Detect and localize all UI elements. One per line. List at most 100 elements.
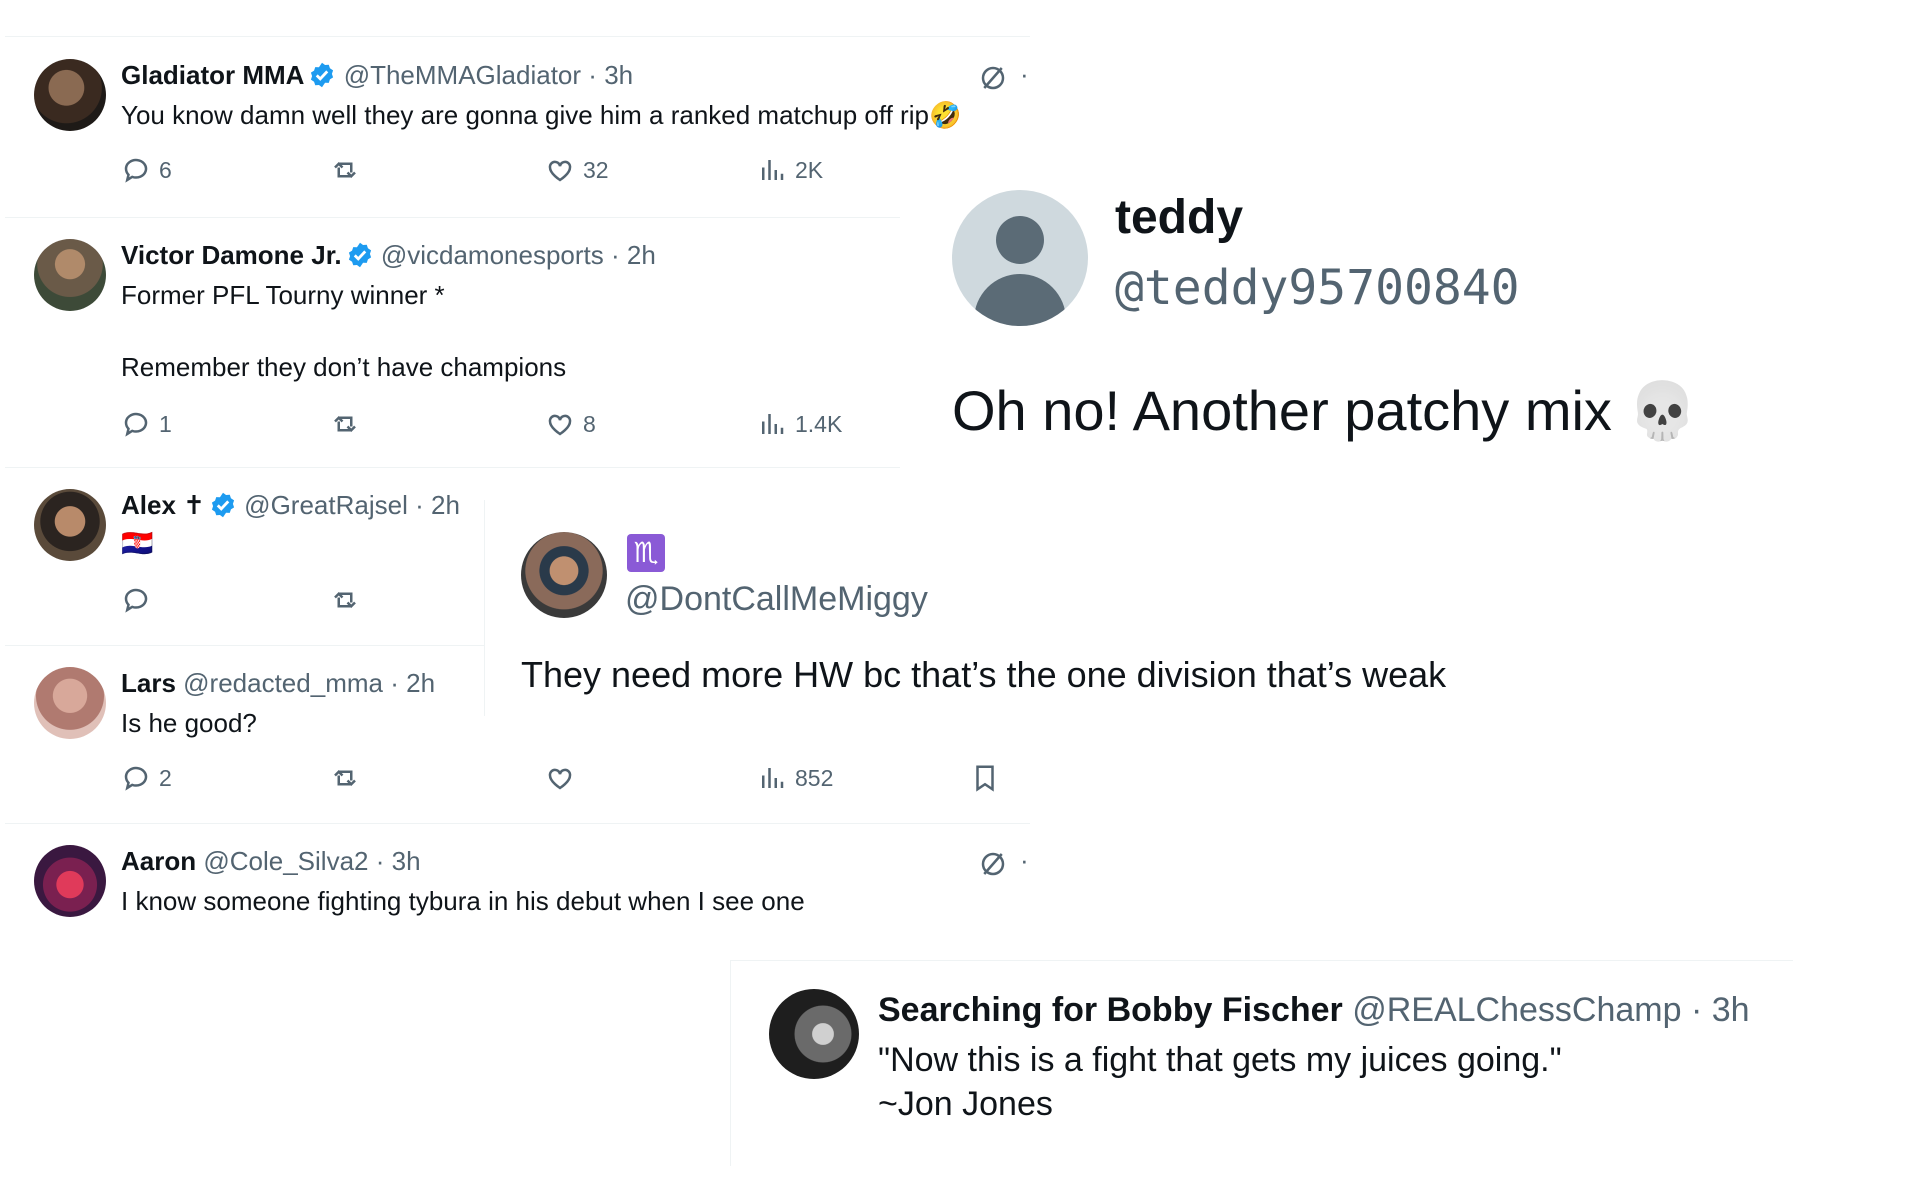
timestamp[interactable]: 2h xyxy=(431,490,460,520)
separator: · xyxy=(375,846,385,876)
repost-button[interactable] xyxy=(330,763,360,793)
handle[interactable]: @REALChessChamp xyxy=(1352,991,1681,1029)
handle[interactable]: @teddy95700840 xyxy=(1115,260,1520,316)
tweet-victor[interactable]: Victor Damone Jr. @vicdamonesports · 2h … xyxy=(5,217,1030,468)
display-name[interactable]: Lars xyxy=(121,668,176,698)
tweet-text: They need more HW bc that’s the one divi… xyxy=(521,654,1447,695)
views-button[interactable]: 1.4K xyxy=(757,409,842,439)
repost-button[interactable] xyxy=(330,585,360,615)
handle[interactable]: @Cole_Silva2 xyxy=(203,846,368,876)
like-button[interactable] xyxy=(545,763,575,793)
handle[interactable]: @vicdamonesports xyxy=(381,240,604,270)
separator: · xyxy=(588,60,597,90)
separator: · xyxy=(390,668,399,698)
views-icon xyxy=(762,160,784,180)
verified-badge-icon xyxy=(348,242,371,268)
tweet-gladiator[interactable]: Gladiator MMA @TheMMAGladiator · 3h · Yo… xyxy=(5,37,1030,218)
reply-icon xyxy=(124,766,148,791)
reply-button[interactable] xyxy=(121,585,151,615)
skull-emoji: 💀 xyxy=(1627,379,1698,442)
view-count: 852 xyxy=(795,764,834,791)
reply-count: 2 xyxy=(159,764,172,791)
view-count: 2K xyxy=(795,156,824,183)
timestamp[interactable]: 2h xyxy=(406,668,435,698)
reply-button[interactable]: 6 xyxy=(121,155,172,185)
more-options-icon[interactable]: · xyxy=(1020,845,1029,876)
bobby-fischer-panel: Searching for Bobby Fischer @REALChessCh… xyxy=(730,960,1793,1166)
display-name[interactable]: teddy xyxy=(1115,190,1243,245)
tweet-text-line2: ~Jon Jones xyxy=(878,1085,1053,1123)
avatar[interactable] xyxy=(34,845,106,917)
timestamp[interactable]: 3h xyxy=(392,846,421,876)
reply-thread-panel: Gladiator MMA @TheMMAGladiator · 3h · Yo… xyxy=(5,36,1030,942)
separator: · xyxy=(415,490,424,520)
avatar[interactable] xyxy=(34,239,106,311)
heart-icon xyxy=(548,414,572,436)
verified-badge-icon xyxy=(211,492,235,518)
grok-icon[interactable] xyxy=(978,849,1008,879)
verified-badge-icon xyxy=(311,62,334,88)
timestamp[interactable]: 3h xyxy=(604,60,633,90)
emoji: 🤣 xyxy=(928,100,962,130)
avatar[interactable] xyxy=(521,532,607,618)
avatar[interactable] xyxy=(34,489,106,561)
handle[interactable]: @DontCallMeMiggy xyxy=(625,580,928,619)
heart-icon xyxy=(548,160,572,182)
like-count: 8 xyxy=(583,410,596,437)
repost-icon xyxy=(334,769,356,787)
repost-icon xyxy=(334,415,356,433)
zodiac-badge: ♏ xyxy=(627,534,665,572)
reply-icon xyxy=(124,588,148,613)
separator: · xyxy=(611,240,620,270)
display-name[interactable]: Victor Damone Jr. xyxy=(121,240,342,270)
timestamp[interactable]: 3h xyxy=(1712,991,1750,1029)
views-button[interactable]: 2K xyxy=(757,155,823,185)
separator: · xyxy=(1690,991,1703,1029)
flag-emoji: 🇭🇷 xyxy=(121,528,154,558)
like-button[interactable]: 32 xyxy=(545,155,609,185)
display-name[interactable]: Gladiator MMA xyxy=(121,60,304,90)
handle[interactable]: @TheMMAGladiator xyxy=(344,60,581,90)
handle[interactable]: @GreatRajsel xyxy=(244,490,408,520)
repost-icon xyxy=(334,591,356,609)
display-name[interactable]: Aaron xyxy=(121,846,196,876)
tweet-text: "Now this is a fight that gets my juices… xyxy=(878,1041,1562,1079)
display-name[interactable]: Alex ✝ xyxy=(121,490,205,520)
like-count: 32 xyxy=(583,156,609,183)
tweet-aaron[interactable]: Aaron @Cole_Silva2 · 3h · I know someone… xyxy=(5,823,1030,942)
view-count: 1.4K xyxy=(795,410,843,437)
reply-button[interactable]: 1 xyxy=(121,409,172,439)
repost-icon xyxy=(334,161,356,179)
grok-icon[interactable] xyxy=(978,63,1008,93)
bookmark-button[interactable] xyxy=(970,763,1000,793)
miggy-quote-panel: ♏ @DontCallMeMiggy They need more HW bc … xyxy=(484,500,1545,716)
views-button[interactable]: 852 xyxy=(757,763,833,793)
like-button[interactable]: 8 xyxy=(545,409,596,439)
views-icon xyxy=(762,768,784,788)
repost-button[interactable] xyxy=(330,409,360,439)
avatar[interactable] xyxy=(769,989,859,1079)
reply-count: 1 xyxy=(159,410,172,437)
bookmark-icon xyxy=(976,765,994,792)
reply-icon xyxy=(124,412,148,437)
more-options-icon[interactable]: · xyxy=(1020,59,1029,90)
handle[interactable]: @redacted_mma xyxy=(183,668,383,698)
tweet-text: Is he good? xyxy=(121,708,257,738)
avatar[interactable] xyxy=(34,59,106,131)
teddy-quote-panel: teddy @teddy95700840 Oh no! Another patc… xyxy=(900,160,1920,470)
tweet-text: I know someone fighting tybura in his de… xyxy=(121,886,805,916)
default-avatar-icon[interactable] xyxy=(952,190,1088,326)
reply-count: 6 xyxy=(159,156,172,183)
tweet-text: Oh no! Another patchy mix xyxy=(952,379,1612,442)
reply-button[interactable]: 2 xyxy=(121,763,172,793)
tweet-text: Former PFL Tourny winner * xyxy=(121,280,445,310)
avatar[interactable] xyxy=(34,667,106,739)
tweet-text: You know damn well they are gonna give h… xyxy=(121,100,929,130)
tweet-text-line2: Remember they don’t have champions xyxy=(121,352,567,382)
timestamp[interactable]: 2h xyxy=(627,240,656,270)
heart-icon xyxy=(548,768,572,790)
reply-icon xyxy=(124,158,148,183)
display-name[interactable]: Searching for Bobby Fischer xyxy=(878,991,1343,1029)
views-icon xyxy=(762,414,784,434)
repost-button[interactable] xyxy=(330,155,360,185)
